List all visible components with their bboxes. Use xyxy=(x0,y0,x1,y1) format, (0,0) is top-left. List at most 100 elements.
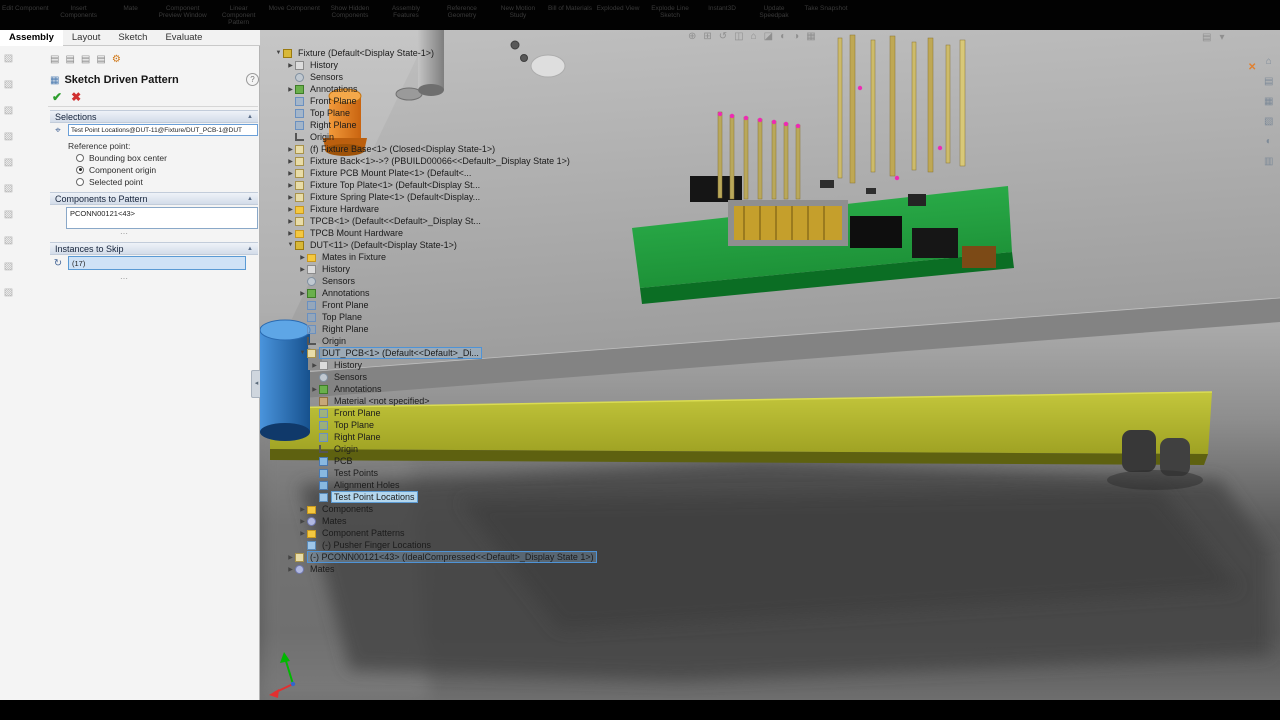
tree-item-label[interactable]: (-) PCONN00121<43> (IdealCompressed<<Def… xyxy=(307,551,597,563)
tree-row[interactable]: (-) Pusher Finger Locations xyxy=(274,539,597,551)
tree-item-label[interactable]: Sensors xyxy=(331,371,370,383)
tab-sketch[interactable]: Sketch xyxy=(109,30,156,46)
tool-icon-8[interactable]: ▧ xyxy=(4,232,13,258)
graphics-viewport[interactable]: ⊕ ⊞ ↺ ◫ ⌂ ◪ ◐ ◑ ▦ ▤ ▾ ✕ ⌂ ▤ ▦ ▧ ◐ ▥ ▼ Fixture (Default<… xyxy=(260,30,1280,700)
tab-layout[interactable]: Layout xyxy=(63,30,110,46)
expand-arrow-icon[interactable]: ▶ xyxy=(286,62,295,69)
radio-component-origin[interactable]: Component origin xyxy=(76,164,156,175)
tree-item-label[interactable]: Fixture Hardware xyxy=(307,203,382,215)
tree-row[interactable]: ▶ (-) PCONN00121<43> (IdealCompressed<<De… xyxy=(274,551,597,563)
tree-item-label[interactable]: Components xyxy=(319,503,376,515)
tree-row[interactable]: ▼ DUT_PCB<1> (Default<<Default>_Di... xyxy=(274,347,597,359)
expand-arrow-icon[interactable]: ▶ xyxy=(286,146,295,153)
components-to-pattern-list[interactable]: PCONN00121<43> xyxy=(66,207,258,229)
tool-icon-2[interactable]: ▧ xyxy=(4,76,13,102)
tree-row[interactable]: Sensors xyxy=(274,71,597,83)
section-view-icon[interactable]: ◫ xyxy=(734,31,743,42)
tree-row[interactable]: ▶ Component Patterns xyxy=(274,527,597,539)
tree-row[interactable]: ▶ Mates xyxy=(274,515,597,527)
tree-row[interactable]: ▶ TPCB Mount Hardware xyxy=(274,227,597,239)
tree-item-label[interactable]: DUT_PCB<1> (Default<<Default>_Di... xyxy=(319,347,482,359)
tool-icon-10[interactable]: ▧ xyxy=(4,284,13,310)
tree-row[interactable]: ▼ Fixture (Default<Display State-1>) xyxy=(274,47,597,59)
tree-row[interactable]: Sensors xyxy=(274,371,597,383)
tree-item-label[interactable]: Annotations xyxy=(307,83,361,95)
selections-group-header[interactable]: ▲ Selections xyxy=(50,110,258,123)
tree-row[interactable]: Test Point Locations xyxy=(274,491,597,503)
configuration-manager-tab-icon[interactable]: ▤ xyxy=(81,54,90,65)
tree-item-label[interactable]: Test Points xyxy=(331,467,381,479)
tree-item-label[interactable]: (f) Fixture Base<1> (Closed<Display Stat… xyxy=(307,143,498,155)
tree-item-label[interactable]: TPCB<1> (Default<<Default>_Display St... xyxy=(307,215,484,227)
tree-item-label[interactable]: Fixture Back<1>->? (PBUILD00066<<Default… xyxy=(307,155,573,167)
tree-item-label[interactable]: Mates xyxy=(319,515,350,527)
expand-arrow-icon[interactable]: ▶ xyxy=(298,530,307,537)
tree-row[interactable]: Top Plane xyxy=(274,107,597,119)
view-orientation-icon[interactable]: ⌂ xyxy=(751,31,757,42)
tab-assembly[interactable]: Assembly xyxy=(0,29,63,46)
display-style-icon[interactable]: ◪ xyxy=(764,31,773,42)
list-resize-handle[interactable]: ⋯ xyxy=(120,229,129,238)
tree-row[interactable]: ▼ DUT<11> (Default<Display State-1>) xyxy=(274,239,597,251)
tool-icon-1[interactable]: ▧ xyxy=(4,50,13,76)
tree-item-label[interactable]: Fixture Spring Plate<1> (Default<Display… xyxy=(307,191,483,203)
tree-row[interactable]: ▶ Fixture Back<1>->? (PBUILD00066<<Defaul… xyxy=(274,155,597,167)
tree-item-label[interactable]: Origin xyxy=(307,131,337,143)
radio-circle[interactable] xyxy=(76,153,84,162)
selection-input[interactable]: Test Point Locations@DUT-11@Fixture/DUT_… xyxy=(68,124,258,136)
tree-row[interactable]: ▶ Mates xyxy=(274,563,597,575)
radio-selected-point[interactable]: Selected point xyxy=(76,176,143,187)
expand-arrow-icon[interactable]: ▶ xyxy=(298,518,307,525)
tree-row[interactable]: ▶ History xyxy=(274,263,597,275)
tree-row[interactable]: Material <not specified> xyxy=(274,395,597,407)
expand-arrow-icon[interactable]: ▶ xyxy=(286,554,295,561)
expand-arrow-icon[interactable]: ▶ xyxy=(310,386,319,393)
tree-item-label[interactable]: Right Plane xyxy=(307,119,360,131)
tree-row[interactable]: ▶ Annotations xyxy=(274,83,597,95)
tree-row[interactable]: ▶ Mates in Fixture xyxy=(274,251,597,263)
tree-row[interactable]: ▶ History xyxy=(274,59,597,71)
tree-row[interactable]: Sensors xyxy=(274,275,597,287)
tree-item-label[interactable]: Fixture PCB Mount Plate<1> (Default<... xyxy=(307,167,474,179)
appearances-icon[interactable]: ◐ xyxy=(1266,136,1272,147)
ribbon-command-show-hidden-components[interactable]: Show Hidden Components xyxy=(324,5,376,19)
instances-to-skip-input[interactable]: (17) xyxy=(68,256,246,270)
tree-row[interactable]: Right Plane xyxy=(274,431,597,443)
tree-item-label[interactable]: Material <not specified> xyxy=(331,395,433,407)
expand-arrow-icon[interactable]: ▼ xyxy=(286,242,295,248)
resources-icon[interactable]: ⌂ xyxy=(1266,56,1272,67)
tree-item-label[interactable]: Fixture Top Plate<1> (Default<Display St… xyxy=(307,179,483,191)
propertymanager-tab-icon[interactable]: ▤ xyxy=(65,54,74,65)
tree-item-label[interactable]: History xyxy=(307,59,341,71)
ribbon-command-new-motion-study[interactable]: New Motion Study xyxy=(492,5,544,19)
tree-row[interactable]: ▶ Components xyxy=(274,503,597,515)
ribbon-command-linear-component-pattern[interactable]: Linear Component Pattern xyxy=(213,5,265,26)
tree-item-label[interactable]: Sensors xyxy=(307,71,346,83)
ribbon-command-bill-of-materials[interactable]: Bill of Materials xyxy=(548,5,592,12)
tree-row[interactable]: PCB xyxy=(274,455,597,467)
options-icon[interactable]: ▾ xyxy=(1219,32,1224,43)
zoom-area-icon[interactable]: ⊞ xyxy=(703,31,711,42)
tree-item-label[interactable]: Top Plane xyxy=(331,419,377,431)
expand-arrow-icon[interactable]: ▶ xyxy=(286,170,295,177)
tree-row[interactable]: ▶ History xyxy=(274,359,597,371)
tree-item-label[interactable]: History xyxy=(319,263,353,275)
expand-arrow-icon[interactable]: ▶ xyxy=(286,566,295,573)
expand-arrow-icon[interactable]: ▶ xyxy=(298,290,307,297)
help-icon[interactable]: ? xyxy=(246,73,259,86)
radio-bounding-box-center[interactable]: Bounding box center xyxy=(76,152,167,163)
tree-item-label[interactable]: Mates xyxy=(307,563,338,575)
tree-item-label[interactable]: Front Plane xyxy=(319,299,372,311)
tool-icon-6[interactable]: ▧ xyxy=(4,180,13,206)
tree-row[interactable]: ▶ Fixture Spring Plate<1> (Default<Displa… xyxy=(274,191,597,203)
scene-icon[interactable]: ▦ xyxy=(806,31,815,42)
tool-icon-4[interactable]: ▧ xyxy=(4,128,13,154)
ribbon-command-explode-line-sketch[interactable]: Explode Line Sketch xyxy=(644,5,696,19)
tree-item-label[interactable]: TPCB Mount Hardware xyxy=(307,227,406,239)
camera-icon[interactable]: ▤ xyxy=(1202,32,1211,43)
tree-item-label[interactable]: Top Plane xyxy=(319,311,365,323)
tree-item-label[interactable]: Front Plane xyxy=(307,95,360,107)
tree-row[interactable]: ▶ Annotations xyxy=(274,383,597,395)
expand-arrow-icon[interactable]: ▼ xyxy=(298,350,307,356)
expand-arrow-icon[interactable]: ▶ xyxy=(286,206,295,213)
